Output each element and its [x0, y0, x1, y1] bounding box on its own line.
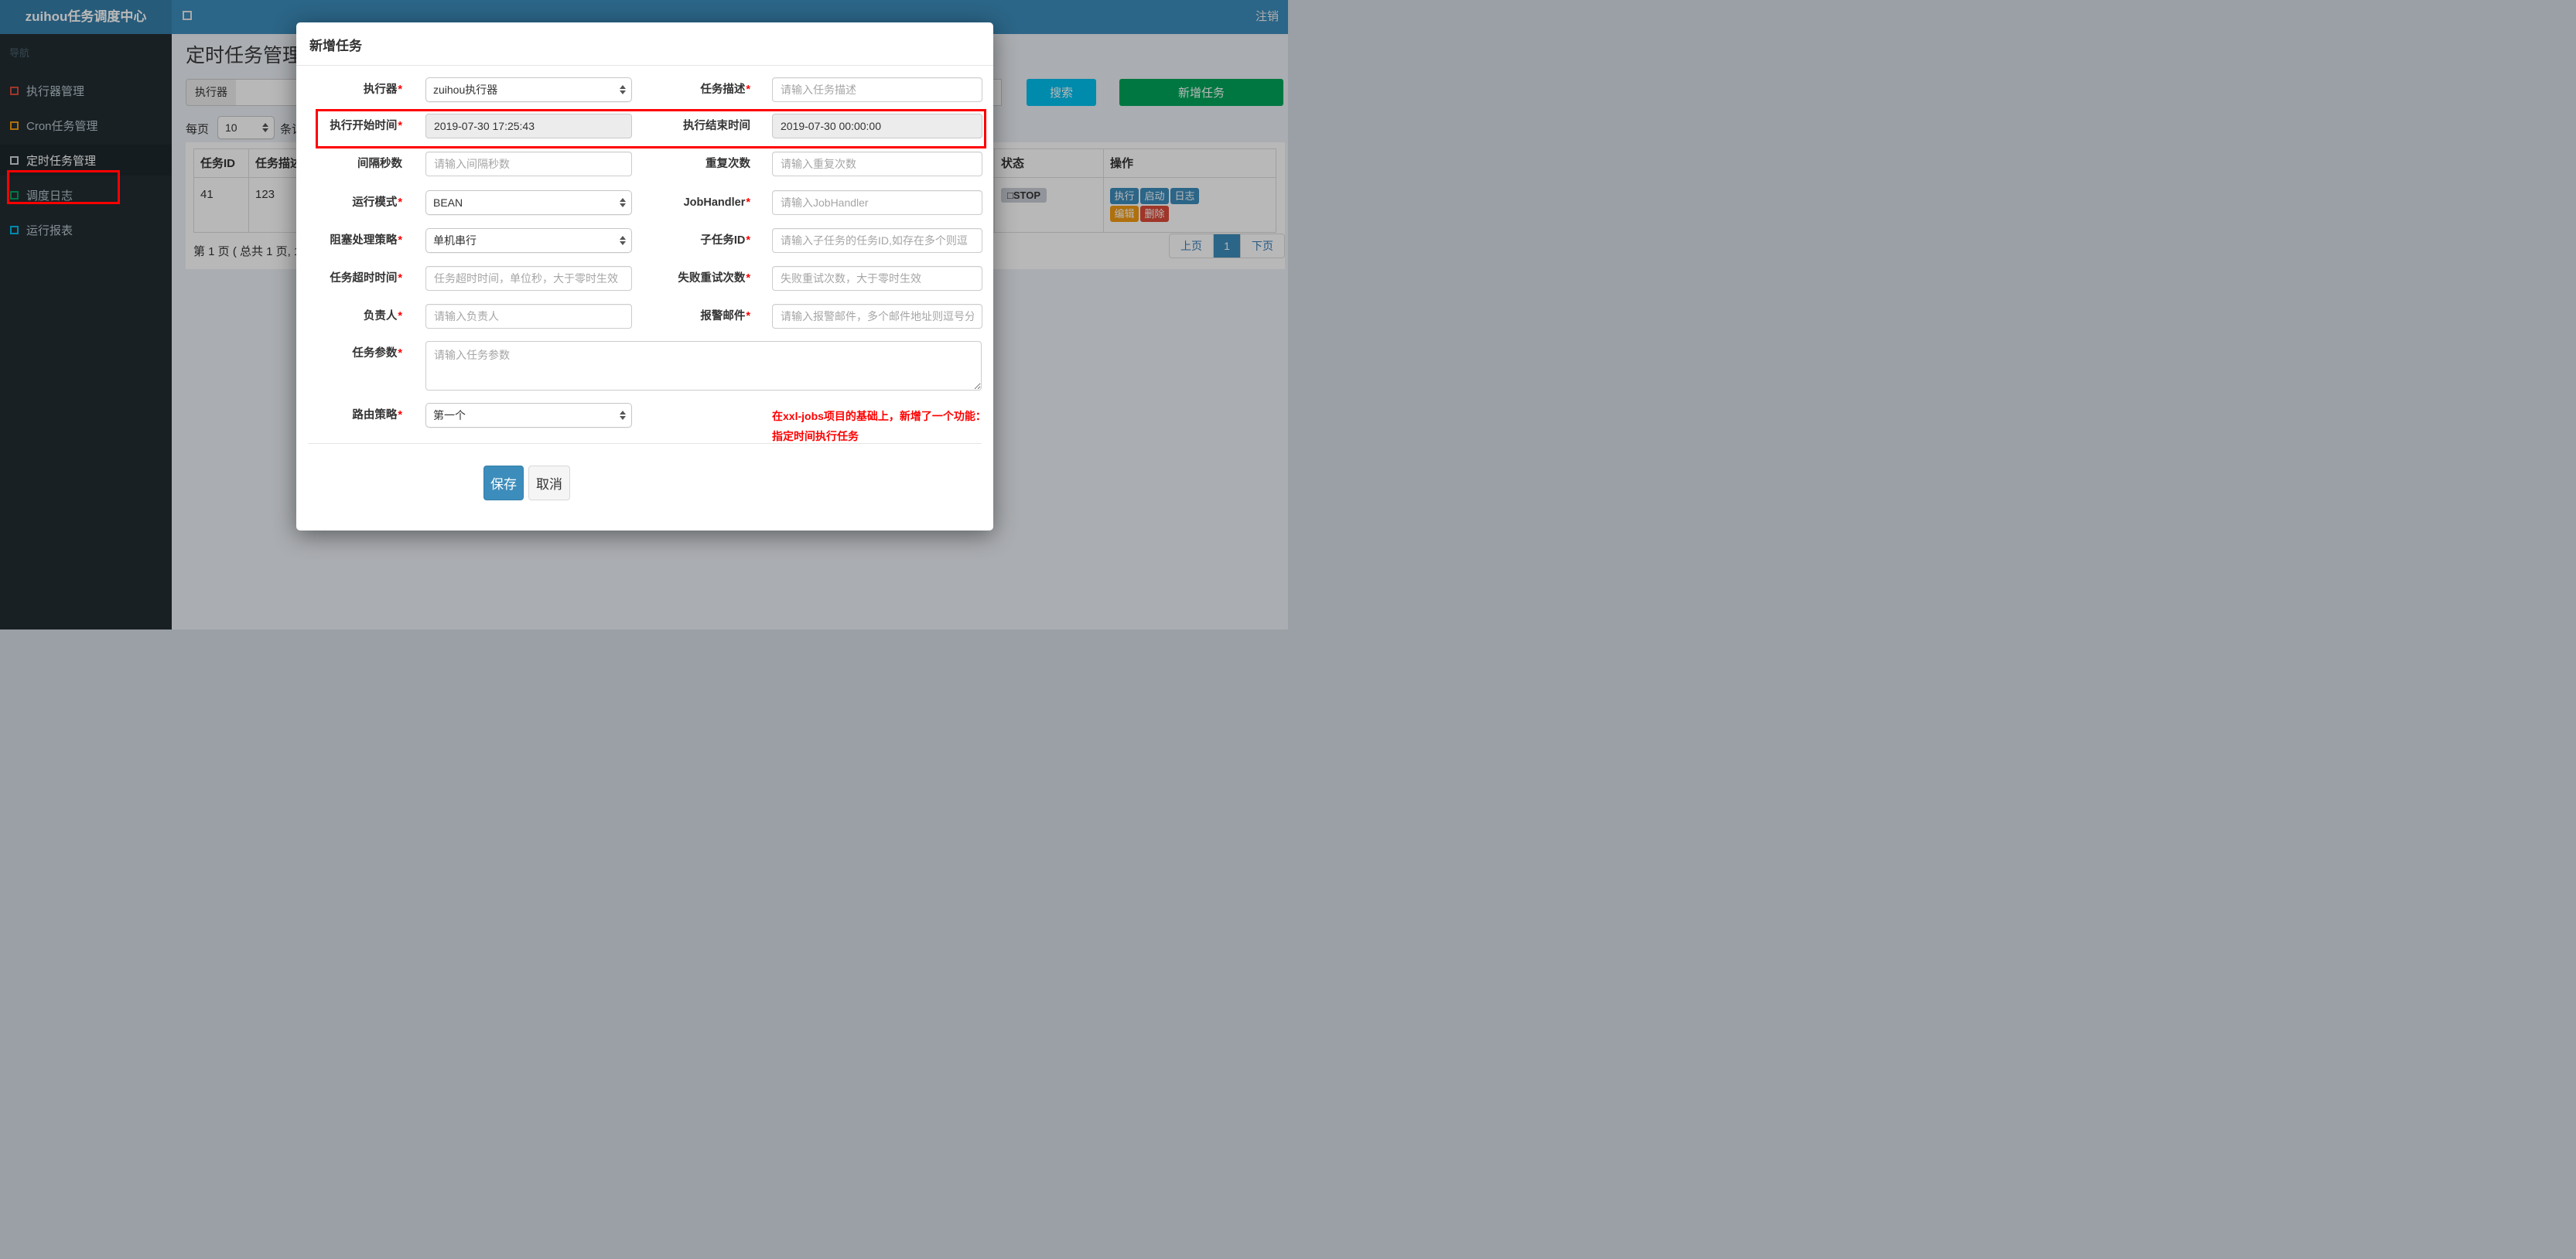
repeat-count-label: 重复次数 [705, 158, 750, 170]
owner-label: 负责人* [363, 310, 402, 322]
executor-select[interactable]: zuihou执行器 [425, 77, 632, 102]
divider [308, 443, 982, 444]
interval-label: 间隔秒数 [357, 158, 402, 170]
block-strategy-select[interactable]: 单机串行 [425, 228, 632, 253]
child-job-id-input[interactable] [772, 228, 982, 253]
block-strategy-label: 阻塞处理策略* [330, 234, 402, 247]
end-time-label: 执行结束时间 [683, 120, 750, 132]
modal-title: 新增任务 [309, 39, 362, 53]
interval-input[interactable] [425, 152, 632, 176]
job-param-label: 任务参数* [352, 347, 402, 360]
fail-retry-input[interactable] [772, 266, 982, 291]
timeout-label: 任务超时时间* [330, 272, 402, 285]
run-mode-select-value: BEAN [433, 196, 463, 209]
end-time-input[interactable]: 2019-07-30 00:00:00 [772, 114, 982, 138]
start-time-input[interactable]: 2019-07-30 17:25:43 [425, 114, 632, 138]
route-strategy-select-value: 第一个 [433, 409, 466, 421]
feature-note-line1: 在xxl-jobs项目的基础上，新增了一个功能： [772, 410, 986, 422]
job-handler-input[interactable] [772, 190, 982, 215]
select-stepper-icon [620, 411, 626, 420]
start-time-label: 执行开始时间* [330, 120, 402, 132]
job-desc-input[interactable] [772, 77, 982, 102]
executor-label: 执行器* [363, 84, 402, 96]
run-mode-select[interactable]: BEAN [425, 190, 632, 215]
select-stepper-icon [620, 85, 626, 94]
save-button[interactable]: 保存 [483, 466, 524, 500]
feature-note: 在xxl-jobs项目的基础上，新增了一个功能： 指定时间执行任务 [772, 406, 993, 446]
job-desc-label: 任务描述* [700, 84, 750, 96]
alarm-email-input[interactable] [772, 304, 982, 329]
run-mode-label: 运行模式* [352, 196, 402, 209]
route-strategy-label: 路由策略* [352, 409, 402, 421]
job-param-textarea[interactable] [425, 341, 982, 391]
alarm-email-label: 报警邮件* [700, 310, 750, 322]
owner-input[interactable] [425, 304, 632, 329]
app-root: zuihou任务调度中心 注销 导航 执行器管理 Cron任务管理 定时任务管理… [0, 0, 1288, 630]
select-stepper-icon [620, 198, 626, 207]
select-stepper-icon [620, 236, 626, 245]
divider [296, 65, 993, 66]
fail-retry-label: 失败重试次数* [678, 272, 750, 285]
block-strategy-select-value: 单机串行 [433, 234, 477, 247]
child-job-id-label: 子任务ID* [700, 234, 750, 247]
executor-select-value: zuihou执行器 [433, 84, 498, 96]
repeat-count-input[interactable] [772, 152, 982, 176]
cancel-button[interactable]: 取消 [528, 466, 570, 500]
job-handler-label: JobHandler* [683, 196, 750, 209]
add-task-modal: 新增任务 执行器* zuihou执行器 任务描述* 执行开始时间* [296, 22, 993, 531]
timeout-input[interactable] [425, 266, 632, 291]
route-strategy-select[interactable]: 第一个 [425, 403, 632, 428]
